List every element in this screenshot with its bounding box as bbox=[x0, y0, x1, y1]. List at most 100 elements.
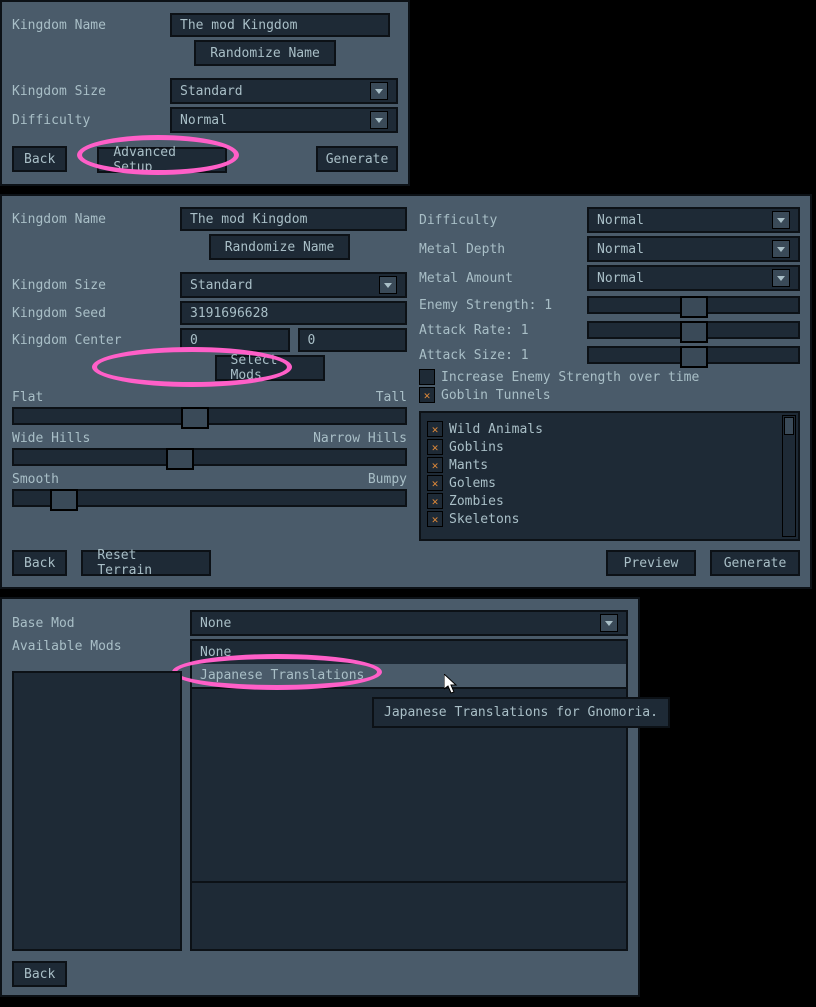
generate-button[interactable]: Generate bbox=[316, 146, 398, 172]
back-button[interactable]: Back bbox=[12, 146, 67, 172]
difficulty-label: Difficulty bbox=[419, 213, 579, 228]
slider-handle[interactable] bbox=[50, 489, 78, 511]
metal-amount-select[interactable]: Normal bbox=[587, 265, 800, 291]
kingdom-name-label: Kingdom Name bbox=[12, 18, 162, 33]
chevron-down-icon bbox=[379, 276, 397, 294]
mod-description-pane bbox=[190, 881, 628, 951]
kingdom-name-input[interactable]: The mod Kingdom bbox=[180, 207, 407, 231]
enemy-row: Goblins bbox=[427, 439, 792, 455]
back-button[interactable]: Back bbox=[12, 961, 67, 987]
enemy-list-box: Wild AnimalsGoblinsMantsGolemsZombiesSke… bbox=[419, 411, 800, 541]
chevron-down-icon bbox=[772, 240, 790, 258]
metal-depth-label: Metal Depth bbox=[419, 242, 579, 257]
difficulty-label: Difficulty bbox=[12, 113, 162, 128]
available-mods-list[interactable] bbox=[12, 671, 182, 951]
enemy-strength-label: Enemy Strength: 1 bbox=[419, 298, 579, 313]
kingdom-size-value: Standard bbox=[180, 84, 243, 99]
randomize-name-button[interactable]: Randomize Name bbox=[209, 234, 351, 260]
chevron-down-icon bbox=[370, 82, 388, 100]
enemy-label: Wild Animals bbox=[449, 422, 543, 437]
kingdom-size-select[interactable]: Standard bbox=[170, 78, 398, 104]
scrollbar-thumb[interactable] bbox=[784, 417, 794, 435]
slider-tall-label: Tall bbox=[376, 390, 407, 405]
kingdom-size-select[interactable]: Standard bbox=[180, 272, 407, 298]
attack-rate-label: Attack Rate: 1 bbox=[419, 323, 579, 338]
attack-rate-slider[interactable] bbox=[587, 321, 800, 339]
enemy-label: Skeletons bbox=[449, 512, 519, 527]
kingdom-seed-input[interactable]: 3191696628 bbox=[180, 301, 407, 325]
randomize-name-button[interactable]: Randomize Name bbox=[194, 40, 336, 66]
metal-amount-value: Normal bbox=[597, 271, 644, 286]
metal-depth-value: Normal bbox=[597, 242, 644, 257]
kingdom-size-label: Kingdom Size bbox=[12, 278, 172, 293]
terrain-height-slider[interactable] bbox=[12, 407, 407, 425]
enemy-label: Mants bbox=[449, 458, 488, 473]
attack-size-slider[interactable] bbox=[587, 346, 800, 364]
slider-handle[interactable] bbox=[680, 296, 708, 318]
enemy-strength-slider[interactable] bbox=[587, 296, 800, 314]
increase-enemy-strength-checkbox[interactable] bbox=[419, 369, 435, 385]
kingdom-size-value: Standard bbox=[190, 278, 253, 293]
attack-size-label: Attack Size: 1 bbox=[419, 348, 579, 363]
dropdown-option-none[interactable]: None bbox=[192, 641, 626, 664]
reset-terrain-button[interactable]: Reset Terrain bbox=[81, 550, 211, 576]
tooltip: Japanese Translations for Gnomoria. bbox=[372, 697, 670, 728]
hill-width-slider[interactable] bbox=[12, 448, 407, 466]
select-mods-panel: Base Mod None Available Mods None Japane… bbox=[0, 597, 640, 997]
select-mods-button[interactable]: Select Mods bbox=[215, 355, 325, 381]
generate-button[interactable]: Generate bbox=[710, 550, 800, 576]
enemy-label: Golems bbox=[449, 476, 496, 491]
kingdom-center-x-input[interactable]: 0 bbox=[180, 328, 290, 352]
base-mod-dropdown-list: None Japanese Translations bbox=[190, 639, 628, 689]
dropdown-option-japanese[interactable]: Japanese Translations bbox=[192, 664, 626, 687]
scrollbar[interactable] bbox=[782, 415, 796, 537]
difficulty-select[interactable]: Normal bbox=[587, 207, 800, 233]
enemy-checkbox[interactable] bbox=[427, 493, 443, 509]
basic-setup-panel: Kingdom Name The mod Kingdom Randomize N… bbox=[0, 0, 410, 186]
slider-handle[interactable] bbox=[181, 407, 209, 429]
difficulty-value: Normal bbox=[180, 113, 227, 128]
advanced-setup-button[interactable]: Advanced Setup bbox=[97, 147, 227, 173]
goblin-tunnels-label: Goblin Tunnels bbox=[441, 388, 551, 403]
enemy-checkbox[interactable] bbox=[427, 421, 443, 437]
slider-handle[interactable] bbox=[166, 448, 194, 470]
enemy-checkbox[interactable] bbox=[427, 475, 443, 491]
enemy-checkbox[interactable] bbox=[427, 457, 443, 473]
preview-button[interactable]: Preview bbox=[606, 550, 696, 576]
difficulty-select[interactable]: Normal bbox=[170, 107, 398, 133]
enemy-row: Wild Animals bbox=[427, 421, 792, 437]
base-mod-value: None bbox=[200, 616, 231, 631]
back-button[interactable]: Back bbox=[12, 550, 67, 576]
kingdom-seed-label: Kingdom Seed bbox=[12, 306, 172, 321]
kingdom-center-y-input[interactable]: 0 bbox=[298, 328, 408, 352]
enemy-row: Mants bbox=[427, 457, 792, 473]
slider-bumpy-label: Bumpy bbox=[368, 472, 407, 487]
dropdown-option-label: Japanese Translations bbox=[200, 668, 364, 683]
advanced-setup-panel: Kingdom Name The mod Kingdom Randomize N… bbox=[0, 194, 812, 589]
slider-narrow-label: Narrow Hills bbox=[313, 431, 407, 446]
kingdom-size-label: Kingdom Size bbox=[12, 84, 162, 99]
enemy-label: Goblins bbox=[449, 440, 504, 455]
available-mods-label: Available Mods bbox=[12, 639, 182, 654]
chevron-down-icon bbox=[772, 269, 790, 287]
base-mod-select[interactable]: None bbox=[190, 610, 628, 636]
kingdom-name-input[interactable]: The mod Kingdom bbox=[170, 13, 390, 37]
kingdom-center-label: Kingdom Center bbox=[12, 333, 172, 348]
enemy-checkbox[interactable] bbox=[427, 439, 443, 455]
metal-depth-select[interactable]: Normal bbox=[587, 236, 800, 262]
enemy-row: Golems bbox=[427, 475, 792, 491]
chevron-down-icon bbox=[600, 614, 618, 632]
kingdom-name-label: Kingdom Name bbox=[12, 212, 172, 227]
slider-flat-label: Flat bbox=[12, 390, 43, 405]
slider-wide-label: Wide Hills bbox=[12, 431, 90, 446]
metal-amount-label: Metal Amount bbox=[419, 271, 579, 286]
chevron-down-icon bbox=[772, 211, 790, 229]
enemy-checkbox[interactable] bbox=[427, 511, 443, 527]
chevron-down-icon bbox=[370, 111, 388, 129]
slider-handle[interactable] bbox=[680, 321, 708, 343]
slider-smooth-label: Smooth bbox=[12, 472, 59, 487]
terrain-bump-slider[interactable] bbox=[12, 489, 407, 507]
slider-handle[interactable] bbox=[680, 346, 708, 368]
goblin-tunnels-checkbox[interactable] bbox=[419, 387, 435, 403]
increase-enemy-strength-label: Increase Enemy Strength over time bbox=[441, 370, 699, 385]
